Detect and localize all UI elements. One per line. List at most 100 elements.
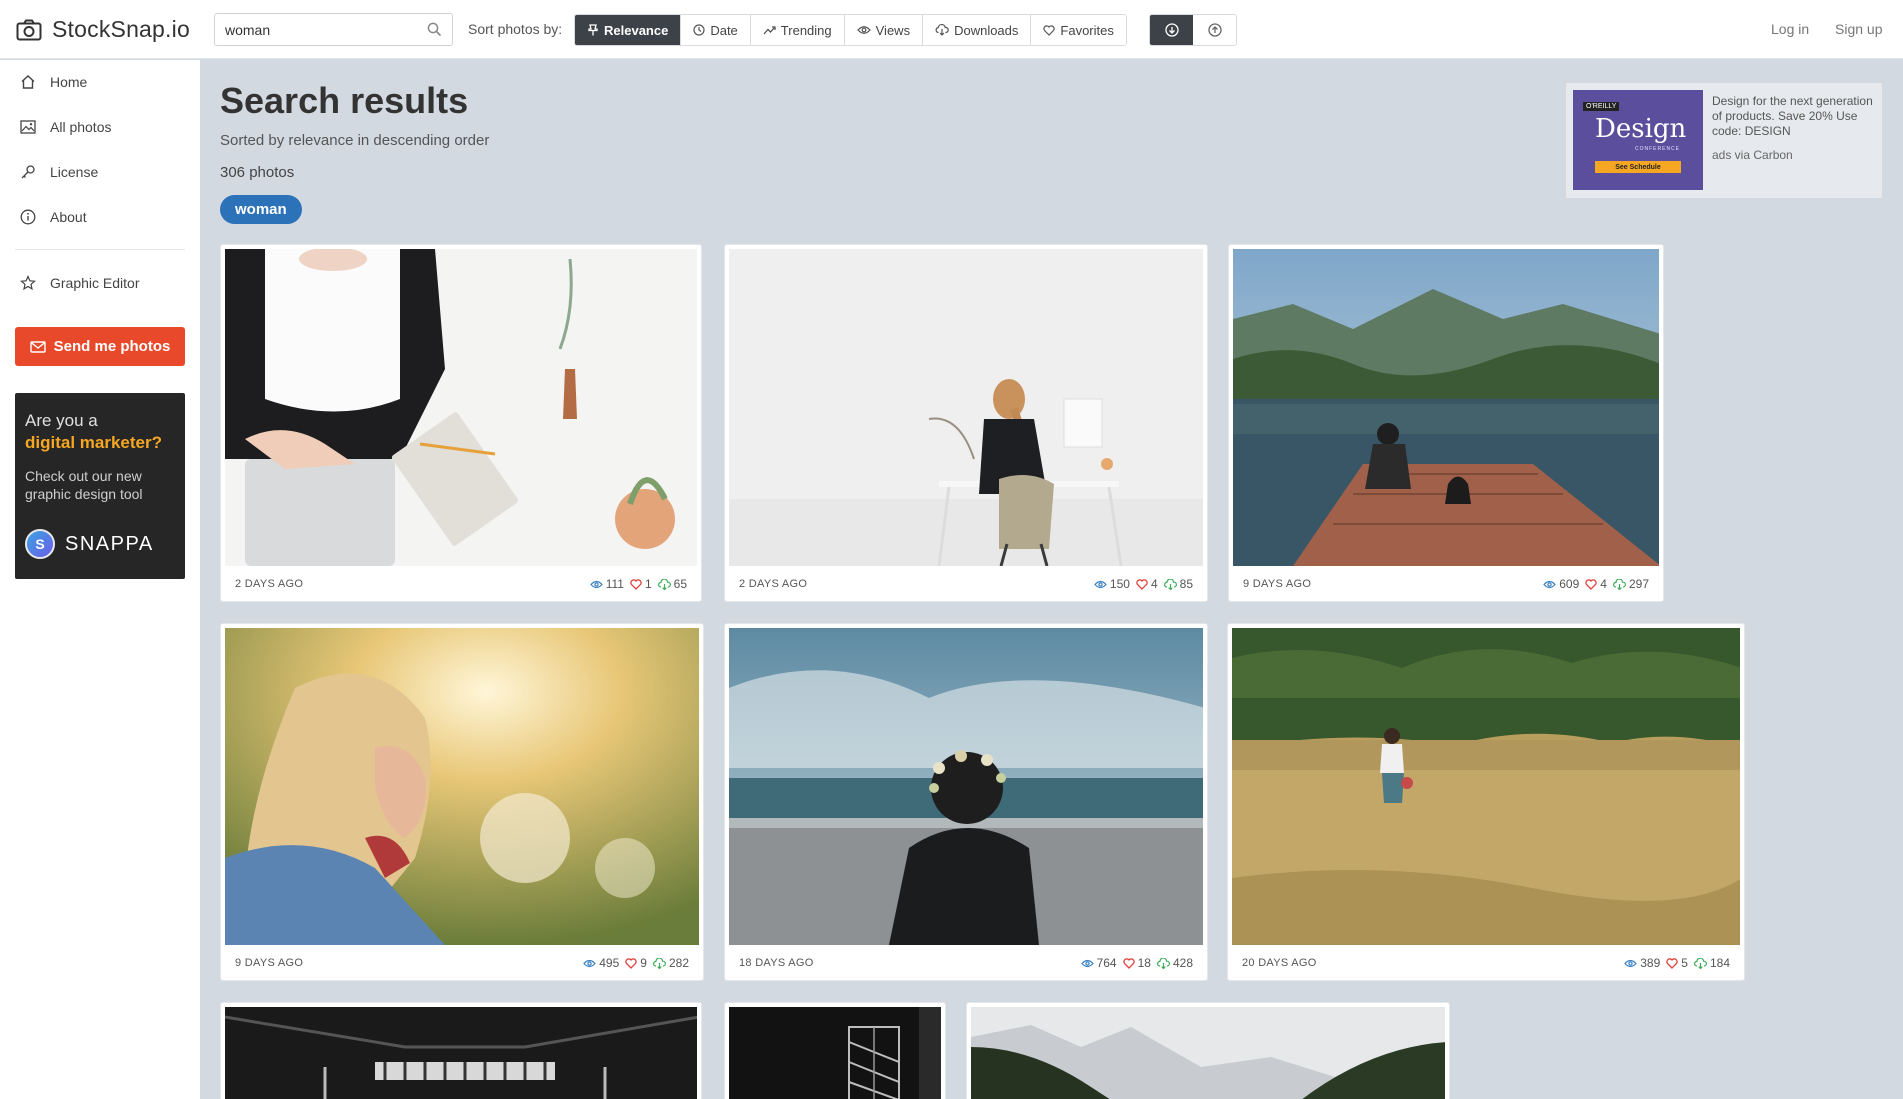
send-me-photos-button[interactable]: Send me photos [15,327,185,366]
photo-image[interactable] [1232,628,1740,945]
sort-relevance-label: Relevance [604,22,669,38]
photo-card[interactable]: 18 DAYS AGO 764 18 428 [724,623,1208,981]
cloud-download-icon [652,957,666,969]
photo-card[interactable] [966,1002,1450,1099]
promo-line-2: digital marketer? [25,433,162,452]
trend-icon [763,24,776,36]
top-bar: StockSnap.io Sort photos by: Relevance D… [0,0,1903,59]
view-toggle-up-button[interactable] [1193,15,1236,45]
signup-link[interactable]: Sign up [1835,21,1882,37]
cloud-download-icon [1612,578,1626,590]
photo-stats: 389 5 184 [1624,956,1730,970]
photo-card[interactable] [724,1002,946,1099]
photo-meta: 9 DAYS AGO 495 9 282 [235,956,689,970]
sort-date-label: Date [710,22,738,38]
sort-downloads-button[interactable]: Downloads [923,15,1032,45]
search-icon[interactable] [427,22,442,37]
photo-card[interactable]: 2 DAYS AGO 150 4 85 [724,244,1208,602]
photo-image[interactable] [729,1007,941,1099]
sidebar-item-home[interactable]: Home [20,74,87,90]
photo-age: 9 DAYS AGO [1243,578,1312,590]
sort-favorites-label: Favorites [1060,22,1114,38]
view-toggle-down-button[interactable] [1150,15,1193,45]
photo-image[interactable] [971,1007,1445,1099]
views-stat: 389 [1624,956,1660,970]
likes-stat[interactable]: 1 [630,577,652,591]
ad-text[interactable]: Design for the next generation of produc… [1712,90,1875,139]
likes-stat[interactable]: 4 [1136,577,1158,591]
heart-icon [1136,578,1148,590]
photo-age: 18 DAYS AGO [739,957,814,969]
photo-meta: 9 DAYS AGO 609 4 297 [1243,577,1649,591]
search-input[interactable] [215,14,415,45]
sidebar-item-all-photos[interactable]: All photos [20,119,111,135]
downloads-stat: 85 [1163,577,1193,591]
likes-count: 1 [644,577,652,591]
photo-card[interactable] [220,1002,702,1099]
sort-favorites-button[interactable]: Favorites [1031,15,1126,45]
heart-icon [630,578,642,590]
logo[interactable]: StockSnap.io [16,16,190,43]
snappa-brand: S SNAPPA [25,529,154,559]
downloads-stat: 428 [1156,956,1193,970]
eye-icon [589,580,603,589]
login-link[interactable]: Log in [1771,21,1809,37]
cloud-download-icon [657,578,671,590]
heart-icon [1585,578,1597,590]
sidebar-item-label: All photos [50,119,112,135]
downloads-count: 282 [668,956,689,970]
page-subtitle: Sorted by relevance in descending order [220,132,490,149]
ad-image[interactable]: O'REILLY Design CONFERENCE See Schedule [1573,90,1703,190]
sidebar-item-about[interactable]: About [20,209,87,225]
downloads-stat: 297 [1612,577,1649,591]
likes-count: 4 [1150,577,1158,591]
ad-sub: CONFERENCE [1635,146,1681,152]
photo-image[interactable] [225,628,699,945]
downloads-stat: 65 [657,577,687,591]
eye-icon [1080,959,1094,968]
sort-views-label: Views [875,22,911,38]
search-tag-chip[interactable]: woman [220,195,302,224]
photo-image[interactable] [225,249,697,566]
search-box[interactable] [214,13,453,46]
pin-icon [587,24,599,36]
sort-views-button[interactable]: Views [844,15,924,45]
sidebar: Home All photos License About Graphic Ed… [0,60,200,1099]
likes-stat[interactable]: 18 [1122,956,1151,970]
downloads-count: 184 [1709,956,1730,970]
sort-relevance-button[interactable]: Relevance [575,15,682,45]
sort-date-button[interactable]: Date [681,15,751,45]
views-stat: 764 [1080,956,1117,970]
snappa-promo-banner[interactable]: Are you a digital marketer? Check out ou… [15,393,185,579]
arrow-up-circle-icon [1207,23,1222,37]
photo-card[interactable]: 20 DAYS AGO 389 5 184 [1227,623,1745,981]
likes-stat[interactable]: 9 [625,956,647,970]
photo-age: 9 DAYS AGO [235,957,304,969]
photo-image[interactable] [225,1007,697,1099]
ad-via-link[interactable]: ads via Carbon [1712,148,1875,162]
carbon-ad[interactable]: O'REILLY Design CONFERENCE See Schedule … [1565,82,1883,199]
likes-stat[interactable]: 4 [1585,577,1607,591]
ad-headline: Design [1595,114,1687,144]
photo-meta: 2 DAYS AGO 111 1 65 [235,577,687,591]
eye-icon [856,25,871,35]
photo-image[interactable] [729,628,1203,945]
photo-card[interactable]: 2 DAYS AGO 111 1 65 [220,244,702,602]
views-count: 495 [599,956,620,970]
photo-image[interactable] [1233,249,1659,566]
views-count: 111 [605,577,624,591]
photo-meta: 20 DAYS AGO 389 5 184 [1242,956,1730,970]
photo-meta: 18 DAYS AGO 764 18 428 [739,956,1193,970]
likes-stat[interactable]: 5 [1666,956,1688,970]
photo-meta: 2 DAYS AGO 150 4 85 [739,577,1193,591]
promo-line-1: Are you a [25,411,98,430]
photo-image[interactable] [729,249,1203,566]
sort-trending-button[interactable]: Trending [750,15,845,45]
sidebar-item-license[interactable]: License [20,164,98,180]
sidebar-item-graphic-editor[interactable]: Graphic Editor [20,275,139,291]
ad-brand: O'REILLY [1583,102,1620,111]
photo-card[interactable]: 9 DAYS AGO 609 4 297 [1228,244,1664,602]
cloud-download-icon [935,24,949,36]
photo-card[interactable]: 9 DAYS AGO 495 9 282 [220,623,704,981]
eye-icon [583,959,597,968]
